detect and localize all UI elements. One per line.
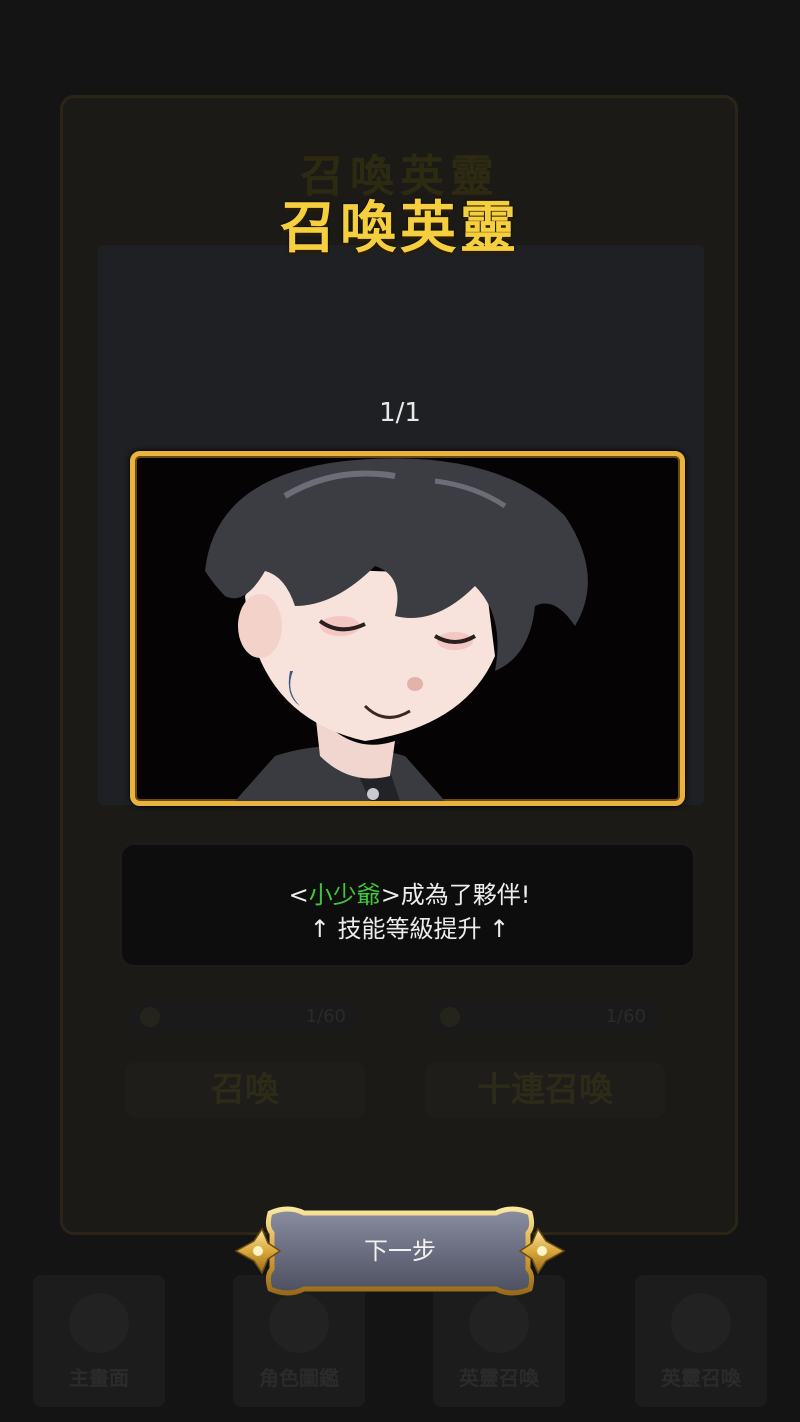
message-suffix: >成為了夥伴!	[380, 881, 531, 909]
coin-icon	[440, 1007, 460, 1027]
nav-label: 英靈召喚	[459, 1366, 539, 1390]
background-ten-summon-button: 十連召喚	[425, 1062, 665, 1118]
background-cost-left: 1/60	[130, 1000, 360, 1034]
background-summon-button: 召喚	[125, 1062, 365, 1118]
message-prefix: <	[288, 881, 309, 909]
hero-portrait	[205, 458, 588, 801]
result-message-line1: <小少爺>成為了夥伴!	[122, 875, 697, 910]
background-cost-right: 1/60	[430, 1000, 660, 1034]
background-cost-left-text: 1/60	[305, 1006, 346, 1027]
next-step-button[interactable]: 下一步	[232, 1203, 568, 1299]
nav-label: 角色圖鑑	[259, 1366, 339, 1390]
nav-item-summon-alt: 英靈召喚	[635, 1275, 767, 1407]
hero-name: 小少爺	[308, 881, 381, 909]
nav-label: 英靈召喚	[661, 1366, 741, 1390]
result-counter: 1/1	[379, 398, 421, 428]
skill-level-up-text: ↑ 技能等級提升 ↑	[309, 915, 510, 943]
nav-label: 主畫面	[69, 1366, 129, 1390]
home-icon	[69, 1293, 129, 1353]
hero-portrait-frame	[130, 451, 685, 806]
background-cost-right-text: 1/60	[605, 1006, 646, 1027]
result-message-box: <小少爺>成為了夥伴! ↑ 技能等級提升 ↑	[120, 843, 695, 967]
coin-icon	[140, 1007, 160, 1027]
summon-icon	[469, 1293, 529, 1353]
character-icon	[269, 1293, 329, 1353]
summon-title: 召喚英靈	[280, 196, 520, 261]
summon-icon	[671, 1293, 731, 1353]
next-step-label: 下一步	[364, 1237, 436, 1265]
nav-item-home: 主畫面	[33, 1275, 165, 1407]
